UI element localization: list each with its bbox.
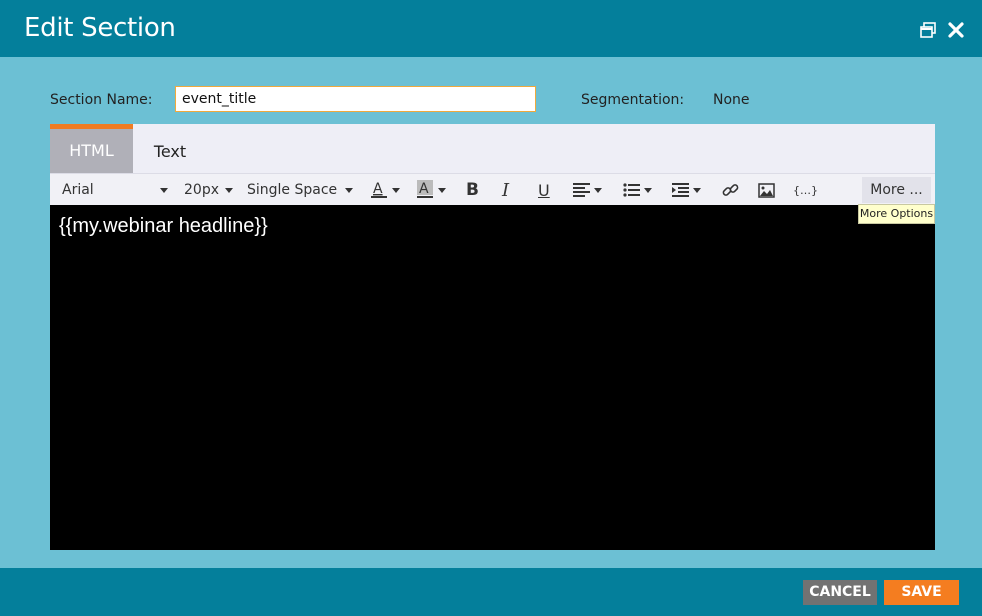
section-name-label: Section Name: xyxy=(50,92,153,108)
close-icon[interactable] xyxy=(946,20,966,40)
tab-text[interactable]: Text xyxy=(133,124,207,173)
dialog-body: Section Name: Segmentation: None HTML Te… xyxy=(0,57,982,568)
italic-icon: I xyxy=(502,179,510,201)
image-icon xyxy=(758,182,775,198)
chevron-down-icon xyxy=(392,187,400,193)
chevron-down-icon xyxy=(693,187,701,193)
editor-toolbar: Arial 20px Single Space A A B I U {…} Mo… xyxy=(50,173,935,205)
chevron-down-icon xyxy=(345,187,353,193)
bold-button[interactable]: B xyxy=(466,174,482,206)
list-button[interactable] xyxy=(623,174,657,206)
bullet-list-icon xyxy=(623,183,640,197)
bold-icon: B xyxy=(466,180,479,200)
italic-button[interactable]: I xyxy=(502,174,518,206)
link-button[interactable] xyxy=(722,174,740,206)
chevron-down-icon xyxy=(438,187,446,193)
chevron-down-icon xyxy=(644,187,652,193)
font-family-value: Arial xyxy=(62,182,94,198)
underline-icon: U xyxy=(538,180,550,200)
dialog-title: Edit Section xyxy=(24,13,176,43)
font-color-icon: A xyxy=(371,181,387,198)
editor-content[interactable]: {{my.webinar headline}} xyxy=(50,205,935,550)
line-spacing-value: Single Space xyxy=(247,182,338,198)
svg-text:A: A xyxy=(419,181,429,197)
editor-tabs: HTML Text xyxy=(50,124,935,173)
section-name-input[interactable] xyxy=(175,86,536,112)
link-icon xyxy=(722,183,739,196)
align-button[interactable] xyxy=(573,174,607,206)
image-button[interactable] xyxy=(758,174,776,206)
segmentation-value: None xyxy=(713,92,750,108)
cancel-button[interactable]: CANCEL xyxy=(803,580,877,605)
svg-text:A: A xyxy=(373,181,383,197)
chevron-down-icon xyxy=(225,187,233,193)
font-size-value: 20px xyxy=(184,182,219,198)
chevron-down-icon xyxy=(160,187,168,193)
more-options-tooltip: More Options xyxy=(858,204,935,224)
token-icon: {…} xyxy=(793,183,818,197)
dialog-titlebar: Edit Section xyxy=(0,0,982,57)
indent-icon xyxy=(672,183,689,197)
font-family-select[interactable]: Arial xyxy=(62,174,168,206)
tab-html[interactable]: HTML xyxy=(50,124,133,173)
segmentation-label: Segmentation: xyxy=(581,92,685,108)
editor-content-text[interactable]: {{my.webinar headline}} xyxy=(59,215,268,238)
more-options-button[interactable]: More ... xyxy=(862,177,931,203)
font-size-select[interactable]: 20px xyxy=(184,174,234,206)
line-spacing-select[interactable]: Single Space xyxy=(247,174,355,206)
restore-window-icon[interactable] xyxy=(918,20,938,40)
save-button[interactable]: SAVE xyxy=(884,580,959,605)
indent-button[interactable] xyxy=(672,174,706,206)
chevron-down-icon xyxy=(594,187,602,193)
align-left-icon xyxy=(573,183,590,197)
highlight-color-icon: A xyxy=(417,180,433,198)
underline-button[interactable]: U xyxy=(538,174,554,206)
rich-text-editor: HTML Text Arial 20px Single Space A A B … xyxy=(50,124,935,550)
dialog-footer: CANCEL SAVE xyxy=(0,568,982,616)
token-button[interactable]: {…} xyxy=(793,174,818,206)
highlight-color-button[interactable]: A xyxy=(416,174,450,206)
font-color-button[interactable]: A xyxy=(370,174,404,206)
